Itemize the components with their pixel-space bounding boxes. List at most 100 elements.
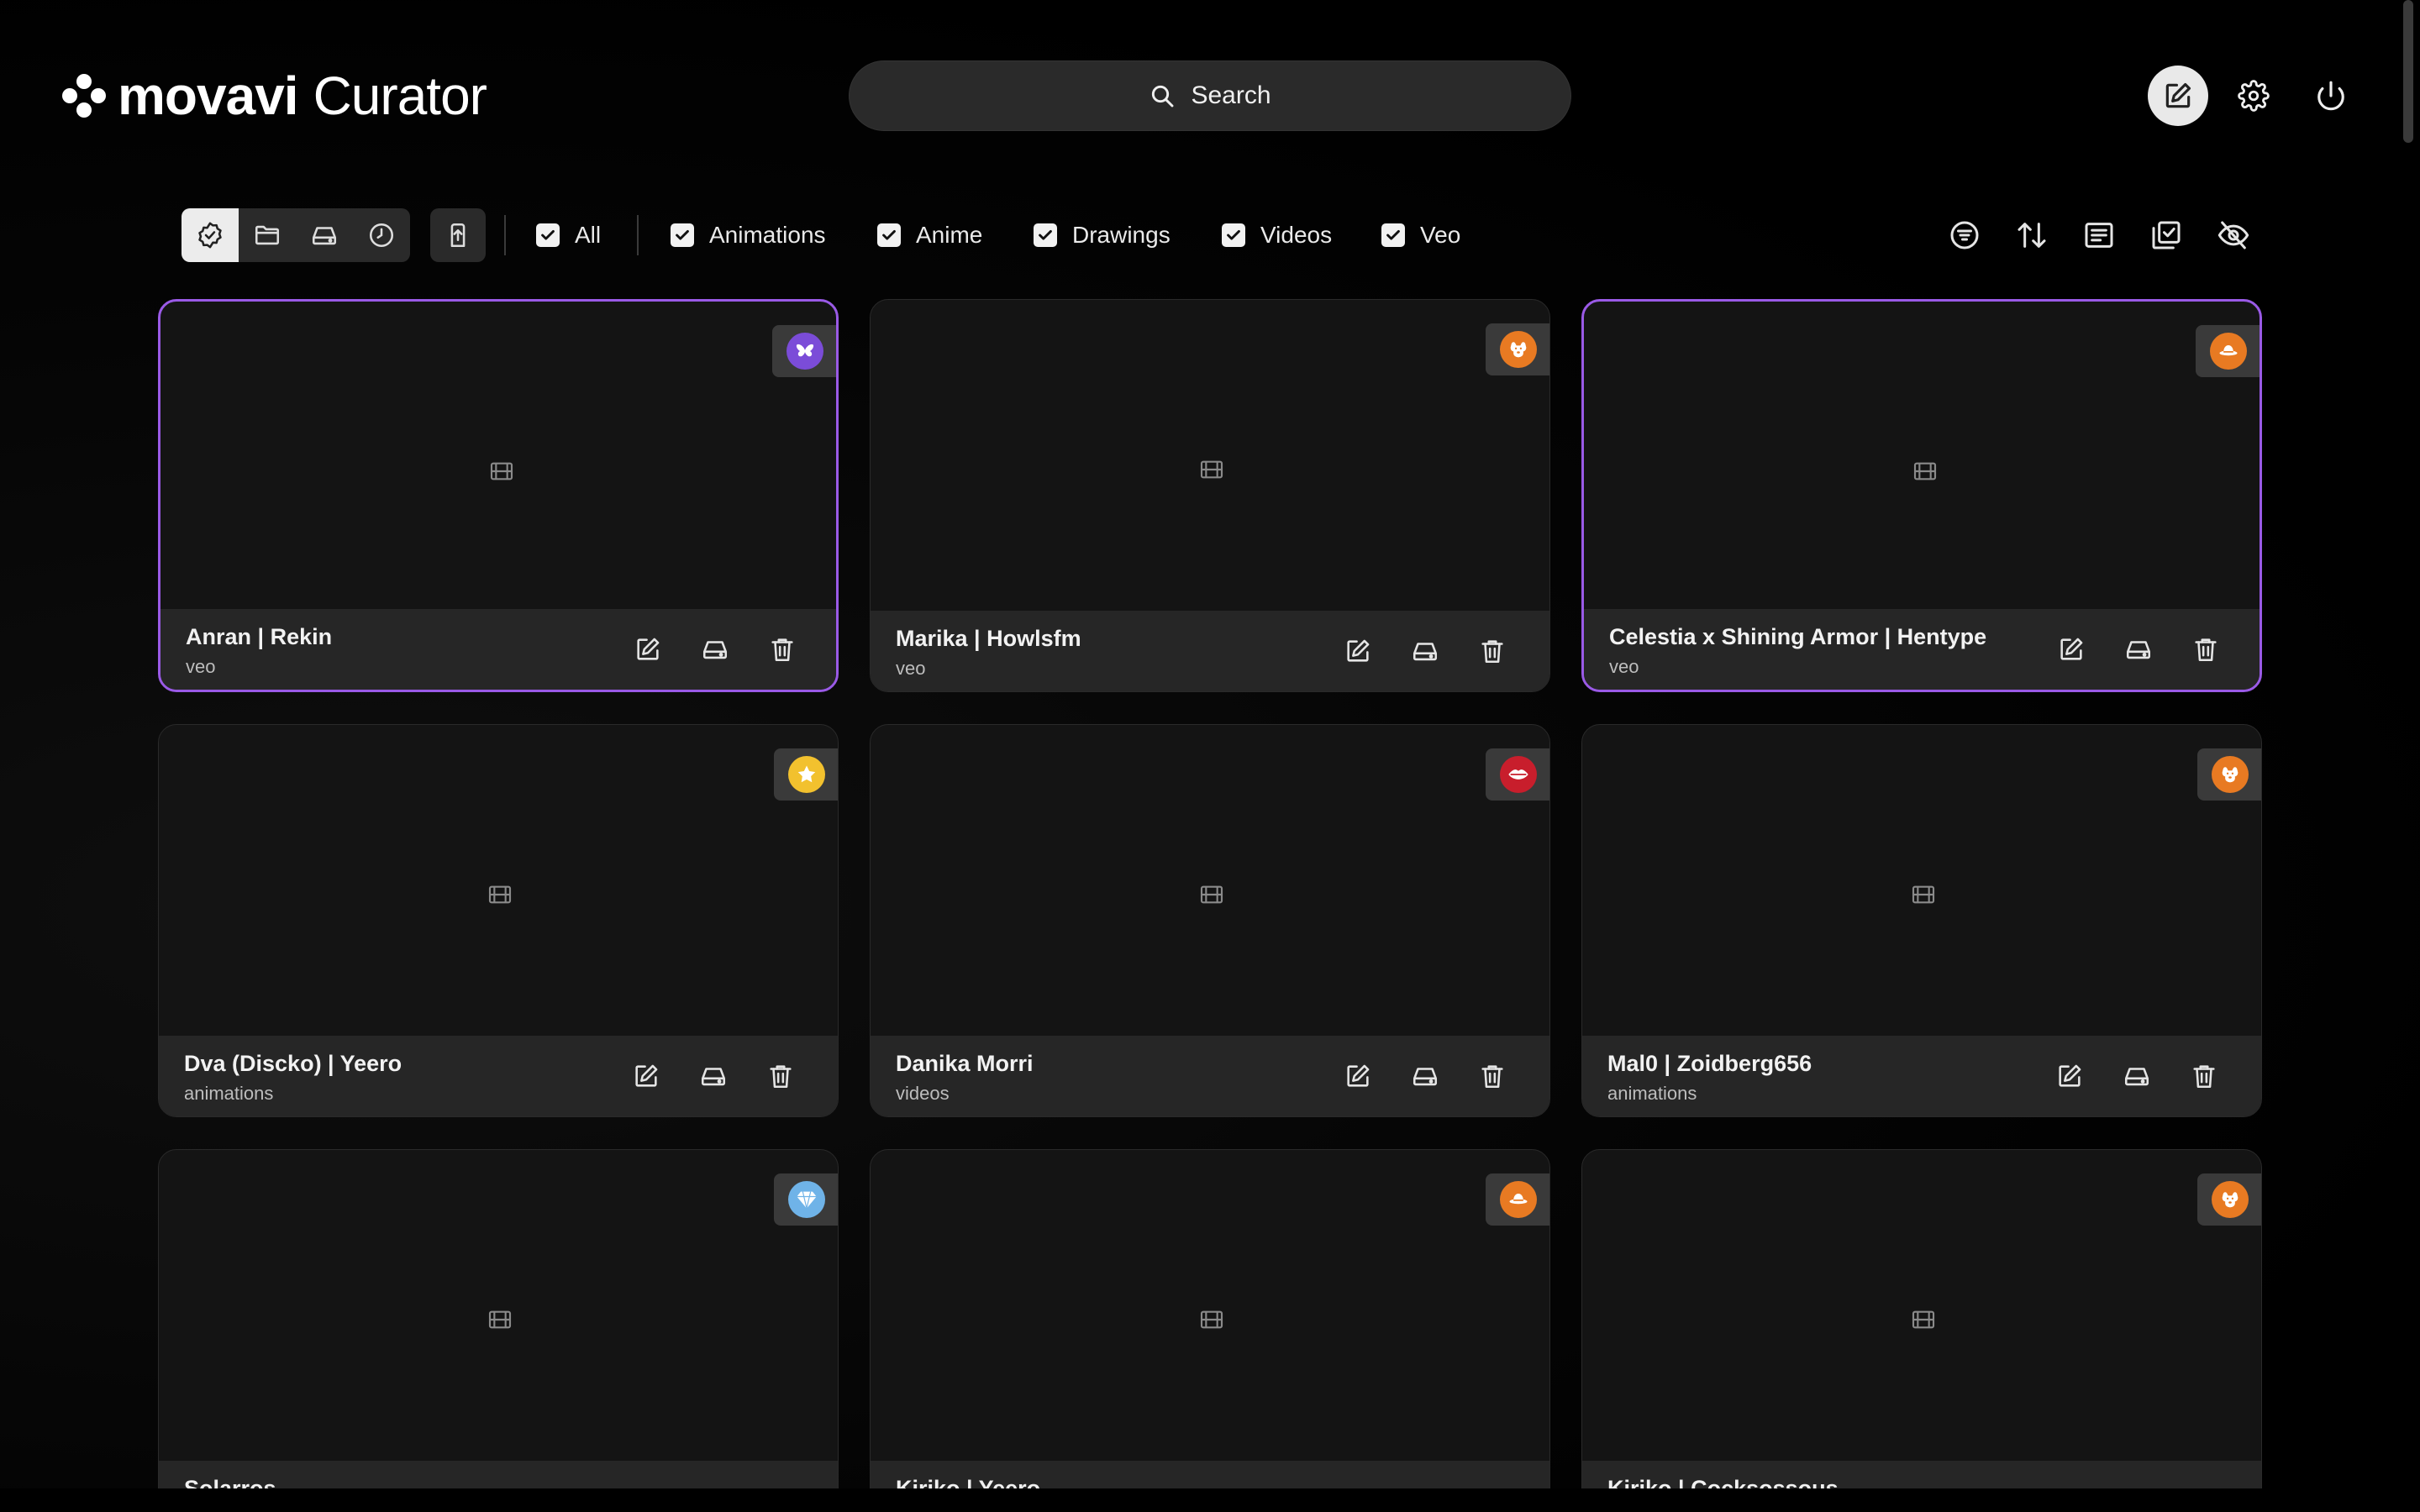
edit-square-icon <box>2165 82 2191 108</box>
check-icon <box>1039 229 1052 240</box>
media-card[interactable]: Anran | Rekin veo <box>158 299 839 692</box>
edit-button[interactable] <box>1341 634 1375 668</box>
film-icon <box>1200 460 1223 479</box>
view-mode-switcher <box>182 208 410 262</box>
scrollbar-thumb[interactable] <box>2403 0 2413 143</box>
trash-icon <box>770 1065 792 1089</box>
film-icon <box>1912 1310 1935 1329</box>
checkbox[interactable] <box>1222 223 1245 247</box>
filter-all[interactable]: All <box>536 220 601 250</box>
settings-button[interactable] <box>2223 66 2284 126</box>
category-badge <box>1486 1173 1549 1226</box>
card-footer: Mal0 | Zoidberg656 animations <box>1582 1036 2261 1116</box>
filter-label: Animations <box>709 222 826 248</box>
storage-button[interactable] <box>2122 633 2155 666</box>
card-title[interactable]: Anran | Rekin <box>186 624 332 650</box>
category-badge <box>2197 1173 2261 1226</box>
hat-icon <box>1509 1194 1528 1205</box>
app-header: movavi Curator Search <box>0 0 2420 176</box>
delete-button[interactable] <box>2189 633 2223 666</box>
filter-options-button[interactable] <box>1946 217 1983 254</box>
card-title[interactable]: Mal0 | Zoidberg656 <box>1607 1051 1812 1077</box>
edit-button[interactable] <box>2054 633 2088 666</box>
view-mode-recent[interactable] <box>353 208 410 262</box>
new-item-button[interactable] <box>2148 66 2208 126</box>
card-footer: Anran | Rekin veo <box>160 609 836 690</box>
drive-icon <box>1413 643 1438 661</box>
logout-button[interactable] <box>2301 66 2361 126</box>
media-card[interactable]: Kiriko | Cocksossous <box>1581 1149 2262 1512</box>
drive-icon <box>2126 641 2151 659</box>
delete-button[interactable] <box>765 633 799 666</box>
media-card[interactable]: Celestia x Shining Armor | Hentype veo <box>1581 299 2262 692</box>
view-mode-folder[interactable] <box>239 208 296 262</box>
filter-anime[interactable]: Anime <box>877 220 982 250</box>
checkbox[interactable] <box>1381 223 1405 247</box>
edit-button[interactable] <box>629 1059 663 1093</box>
checkbox[interactable] <box>877 223 901 247</box>
delete-button[interactable] <box>764 1059 797 1093</box>
media-card[interactable]: Mal0 | Zoidberg656 animations <box>1581 724 2262 1117</box>
storage-button[interactable] <box>698 633 732 666</box>
edit-icon <box>2059 1064 2081 1087</box>
logo-brand: movavi <box>118 66 299 126</box>
card-footer: Dva (Discko) | Yeero animations <box>159 1036 838 1116</box>
check-icon <box>882 229 896 240</box>
category-badge <box>2197 748 2261 801</box>
checkbox[interactable] <box>536 223 560 247</box>
filter-veo[interactable]: Veo <box>1381 220 1460 250</box>
app-logo[interactable]: movavi Curator <box>59 64 487 128</box>
filter-drawings[interactable]: Drawings <box>1034 220 1171 250</box>
media-card[interactable]: Kiriko | Yeero <box>870 1149 1550 1512</box>
lips-icon <box>1508 769 1528 780</box>
dog-icon <box>2222 767 2238 783</box>
view-mode-drive[interactable] <box>296 208 353 262</box>
upload-button[interactable] <box>430 208 486 262</box>
butterfly-icon <box>796 344 814 357</box>
check-icon <box>1227 229 1240 240</box>
storage-button[interactable] <box>697 1059 730 1093</box>
card-title[interactable]: Dva (Discko) | Yeero <box>184 1051 402 1077</box>
badge-check-icon <box>198 222 222 249</box>
drive-icon <box>2124 1068 2149 1086</box>
viewport-bottom-edge <box>0 1488 2420 1512</box>
select-multiple-button[interactable] <box>2148 217 2185 254</box>
search-icon <box>1152 85 1174 108</box>
film-icon <box>1200 1310 1223 1329</box>
drive-icon <box>312 227 337 245</box>
trash-icon <box>1481 1065 1503 1089</box>
media-card[interactable]: Solarros <box>158 1149 839 1512</box>
media-card[interactable]: Dva (Discko) | Yeero animations <box>158 724 839 1117</box>
edit-icon <box>2060 638 2083 660</box>
toggle-hidden-button[interactable] <box>2215 217 2252 254</box>
card-title[interactable]: Marika | Howlsfm <box>896 626 1081 652</box>
checkbox[interactable] <box>671 223 694 247</box>
delete-button[interactable] <box>2187 1059 2221 1093</box>
storage-button[interactable] <box>1408 1059 1442 1093</box>
view-mode-verified[interactable] <box>182 208 239 262</box>
category-badge <box>1486 748 1549 801</box>
card-title[interactable]: Celestia x Shining Armor | Hentype <box>1609 624 1986 650</box>
sort-button[interactable] <box>2013 217 2050 254</box>
card-category: animations <box>1607 1083 1697 1104</box>
filter-animations[interactable]: Animations <box>671 220 826 250</box>
edit-button[interactable] <box>631 633 665 666</box>
card-title[interactable]: Danika Morri <box>896 1051 1034 1077</box>
media-card[interactable]: Danika Morri videos <box>870 724 1550 1117</box>
filter-list-icon <box>1950 221 1979 249</box>
drive-icon <box>1413 1068 1438 1086</box>
storage-button[interactable] <box>2120 1059 2154 1093</box>
edit-button[interactable] <box>1341 1059 1375 1093</box>
search-bar[interactable]: Search <box>849 60 1571 131</box>
check-icon <box>676 229 689 240</box>
category-badge <box>1486 323 1549 375</box>
edit-button[interactable] <box>2053 1059 2086 1093</box>
delete-button[interactable] <box>1476 1059 1509 1093</box>
checkbox[interactable] <box>1034 223 1057 247</box>
trash-icon <box>771 638 793 662</box>
delete-button[interactable] <box>1476 634 1509 668</box>
filter-videos[interactable]: Videos <box>1222 220 1332 250</box>
media-card[interactable]: Marika | Howlsfm veo <box>870 299 1550 692</box>
list-view-button[interactable] <box>2081 217 2118 254</box>
storage-button[interactable] <box>1408 634 1442 668</box>
